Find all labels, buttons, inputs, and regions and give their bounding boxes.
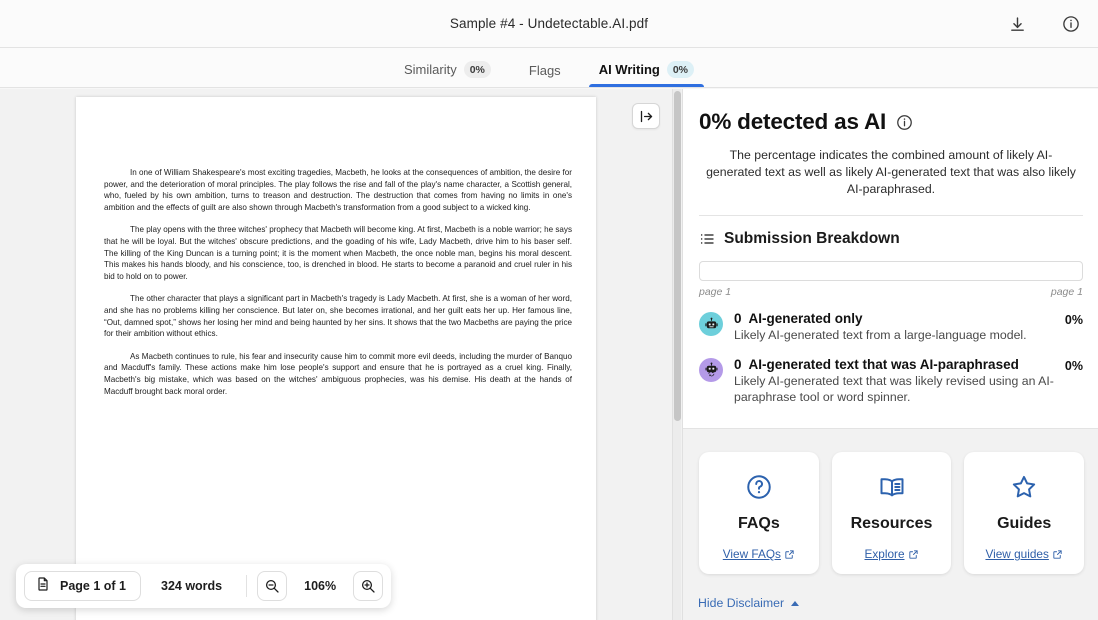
page-selector-label: Page 1 of 1 bbox=[60, 579, 126, 593]
tab-ai-writing[interactable]: AI Writing 0% bbox=[588, 61, 705, 87]
word-count: 324 words bbox=[161, 579, 223, 593]
document-text: In one of William Shakespeare's most exc… bbox=[76, 97, 596, 397]
breakdown-row-ai-generated: 0 AI-generated only Likely AI-generated … bbox=[699, 311, 1083, 344]
card-resources-title: Resources bbox=[850, 515, 933, 532]
title-bar: Sample #4 - Undetectable.AI.pdf bbox=[0, 0, 1098, 48]
toolbar-divider bbox=[246, 575, 248, 597]
tab-flags[interactable]: Flags bbox=[527, 63, 563, 87]
panel-divider bbox=[699, 215, 1083, 216]
viewer-scrollbar-thumb[interactable] bbox=[674, 91, 681, 421]
submission-breakdown-title: Submission Breakdown bbox=[724, 230, 900, 247]
document-paragraph: The other character that plays a signifi… bbox=[104, 294, 572, 339]
viewer-toolbar: Page 1 of 1 324 words 106% bbox=[16, 564, 392, 608]
page-range-labels: page 1 page 1 bbox=[699, 286, 1083, 298]
ai-summary-card: 0% detected as AI The percentage indicat… bbox=[683, 89, 1098, 429]
info-circle-icon[interactable] bbox=[1058, 11, 1084, 37]
card-faqs-link[interactable]: View FAQs bbox=[723, 547, 795, 561]
ai-score-description: The percentage indicates the combined am… bbox=[706, 148, 1076, 196]
hide-disclaimer-label: Hide Disclaimer bbox=[698, 596, 785, 610]
app-root: Sample #4 - Undetectable.AI.pdf Similari… bbox=[0, 0, 1098, 620]
ai-score-title: 0% detected as AI bbox=[699, 109, 887, 134]
page-range-start: page 1 bbox=[699, 286, 732, 298]
zoom-out-icon[interactable] bbox=[257, 571, 288, 601]
card-faqs-title: FAQs bbox=[737, 515, 780, 532]
breakdown-row-ai-paraphrased: 0 AI-generated text that was AI-paraphra… bbox=[699, 357, 1083, 406]
card-guides[interactable]: Guides View guides bbox=[964, 452, 1085, 574]
panel-collapse-right-icon[interactable] bbox=[632, 103, 660, 129]
tab-flags-label: Flags bbox=[528, 63, 561, 78]
zoom-level: 106% bbox=[304, 579, 337, 593]
breakdown-row-heading: 0 AI-generated only bbox=[734, 311, 1057, 326]
robot-recycle-icon bbox=[699, 357, 723, 382]
page-title: Sample #4 - Undetectable.AI.pdf bbox=[449, 16, 649, 31]
breakdown-sublabel: Likely AI-generated text from a large-la… bbox=[734, 328, 1027, 342]
breakdown-percent: 0% bbox=[1064, 313, 1083, 327]
card-faqs-link-label: View FAQs bbox=[722, 547, 781, 561]
tab-similarity[interactable]: Similarity 0% bbox=[402, 61, 493, 87]
zoom-in-icon[interactable] bbox=[353, 571, 384, 601]
page-selector[interactable]: Page 1 of 1 bbox=[24, 571, 141, 601]
tab-ai-writing-label: AI Writing bbox=[598, 62, 660, 77]
title-bar-actions bbox=[1004, 0, 1084, 48]
robot-icon bbox=[699, 312, 723, 336]
breakdown-count: 0 bbox=[734, 356, 742, 372]
external-link-icon bbox=[908, 549, 918, 559]
chevron-up-icon bbox=[791, 600, 800, 606]
submission-breakdown-header: Submission Breakdown bbox=[699, 230, 1083, 248]
list-icon bbox=[699, 231, 715, 247]
page-range-end: page 1 bbox=[1050, 286, 1083, 298]
card-guides-link-label: View guides bbox=[985, 547, 1049, 561]
breakdown-row-text: 0 AI-generated only Likely AI-generated … bbox=[723, 311, 1065, 344]
card-guides-title: Guides bbox=[997, 515, 1052, 532]
download-icon[interactable] bbox=[1004, 11, 1030, 37]
breakdown-count: 0 bbox=[734, 311, 742, 326]
breakdown-sublabel: Likely AI-generated text that was likely… bbox=[734, 373, 1054, 405]
card-faqs[interactable]: FAQs View FAQs bbox=[699, 452, 819, 574]
viewer-scrollbar[interactable] bbox=[672, 89, 681, 620]
tab-bar: Similarity 0% Flags AI Writing 0% bbox=[0, 48, 1098, 88]
open-book-icon bbox=[878, 473, 906, 506]
star-icon bbox=[1010, 473, 1038, 506]
breakdown-percent: 0% bbox=[1064, 358, 1083, 373]
breakdown-label: AI-generated only bbox=[748, 311, 863, 326]
tab-similarity-label: Similarity bbox=[403, 62, 457, 77]
ai-writing-panel: 0% detected as AI The percentage indicat… bbox=[682, 89, 1098, 620]
hide-disclaimer-button[interactable]: Hide Disclaimer bbox=[698, 596, 800, 610]
document-paragraph: The play opens with the three witches' p… bbox=[104, 225, 572, 281]
card-resources[interactable]: Resources Explore bbox=[831, 452, 952, 574]
ai-summary-header: 0% detected as AI bbox=[699, 109, 1083, 135]
breakdown-row-heading: 0 AI-generated text that was AI-paraphra… bbox=[734, 357, 1057, 372]
card-guides-link[interactable]: View guides bbox=[985, 547, 1062, 561]
info-circle-icon[interactable] bbox=[896, 114, 913, 131]
question-circle-icon bbox=[745, 473, 773, 506]
document-paragraph: In one of William Shakespeare's most exc… bbox=[104, 168, 572, 212]
document-paragraph: As Macbeth continues to rule, his fear a… bbox=[104, 351, 572, 396]
breakdown-row-text: 0 AI-generated text that was AI-paraphra… bbox=[723, 357, 1065, 406]
card-resources-link[interactable]: Explore bbox=[865, 547, 919, 561]
submission-progress-bar[interactable] bbox=[699, 261, 1083, 281]
document-page: In one of William Shakespeare's most exc… bbox=[76, 97, 596, 620]
tab-ai-writing-badge: 0% bbox=[666, 61, 695, 78]
breakdown-label: AI-generated text that was AI-paraphrase… bbox=[748, 356, 1019, 372]
card-resources-link-label: Explore bbox=[864, 547, 905, 561]
document-page-icon bbox=[35, 576, 51, 597]
tab-similarity-badge: 0% bbox=[463, 61, 491, 78]
document-viewer[interactable]: In one of William Shakespeare's most exc… bbox=[0, 89, 682, 620]
external-link-icon bbox=[1053, 549, 1062, 559]
resource-cards: FAQs View FAQs Resources Explore Guides … bbox=[699, 452, 1085, 574]
external-link-icon bbox=[785, 549, 794, 559]
